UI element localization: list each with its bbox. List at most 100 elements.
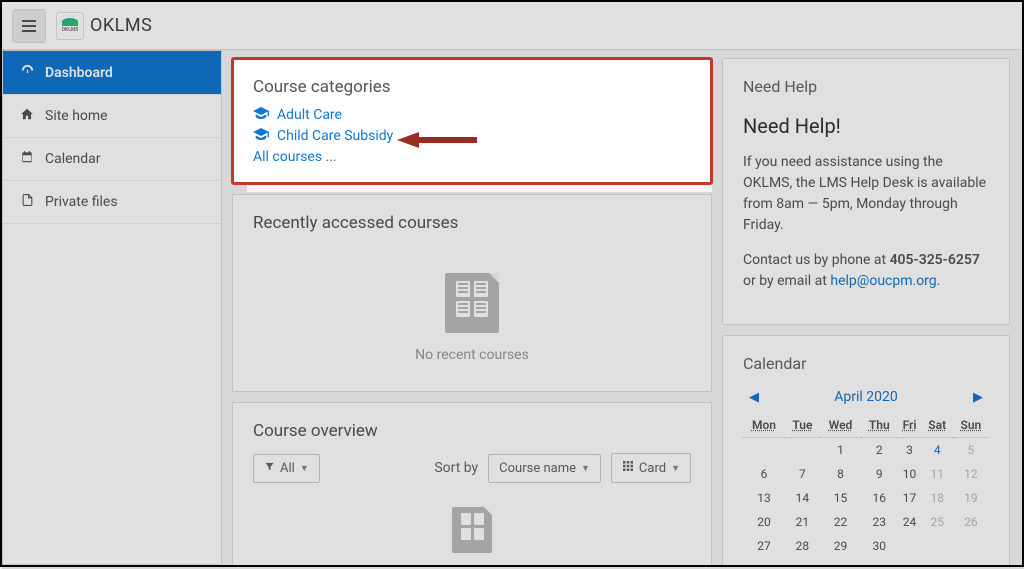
- calendar-icon: [19, 150, 35, 168]
- calendar-day-cell[interactable]: 6: [743, 462, 785, 486]
- right-column: Need Help Need Help! If you need assista…: [722, 50, 1022, 565]
- category-label: Child Care Subsidy: [277, 128, 393, 144]
- calendar-day-cell[interactable]: 9: [861, 462, 897, 486]
- calendar-day-cell[interactable]: 8: [820, 462, 861, 486]
- calendar-day-cell: [743, 438, 785, 463]
- sidebar: Dashboard Site home Calendar Private fil…: [2, 50, 222, 565]
- help-subtitle: Need Help: [743, 77, 989, 96]
- calendar-day-cell[interactable]: 4: [922, 438, 953, 463]
- calendar-day-cell[interactable]: 28: [785, 534, 820, 558]
- view-dropdown[interactable]: Card ▼: [611, 453, 691, 483]
- category-label: Adult Care: [277, 107, 342, 123]
- calendar-day-cell: [922, 534, 953, 558]
- hamburger-icon: [22, 20, 36, 32]
- sidebar-item-label: Calendar: [45, 151, 101, 167]
- chevron-down-icon: ▼: [300, 463, 309, 474]
- sidebar-item-calendar[interactable]: Calendar: [3, 138, 221, 181]
- calendar-day-cell[interactable]: 21: [785, 510, 820, 534]
- calendar-day-cell[interactable]: 20: [743, 510, 785, 534]
- chevron-down-icon: ▼: [671, 463, 680, 474]
- calendar-day-cell[interactable]: 19: [953, 486, 989, 510]
- calendar-day-cell[interactable]: 27: [743, 534, 785, 558]
- main-column: Course categories Adult Care Child Care …: [222, 50, 722, 565]
- recent-courses-card: Recently accessed courses No recent cour…: [232, 194, 712, 392]
- calendar-day-cell[interactable]: 15: [820, 486, 861, 510]
- calendar-title: Calendar: [743, 354, 989, 373]
- calendar-day-cell[interactable]: 22: [820, 510, 861, 534]
- calendar-day-cell[interactable]: 18: [922, 486, 953, 510]
- help-paragraph-1: If you need assistance using the OKLMS, …: [743, 152, 989, 236]
- recent-title: Recently accessed courses: [253, 213, 691, 233]
- calendar-day-cell[interactable]: 10: [897, 462, 921, 486]
- calendar-day-header: Wed: [820, 413, 861, 438]
- sidebar-item-label: Private files: [45, 194, 118, 210]
- calendar-day-cell[interactable]: 14: [785, 486, 820, 510]
- hamburger-button[interactable]: [12, 9, 46, 43]
- category-child-care-subsidy[interactable]: Child Care Subsidy: [253, 128, 691, 144]
- calendar-day-cell[interactable]: 30: [861, 534, 897, 558]
- calendar-day-cell[interactable]: 7: [785, 462, 820, 486]
- courses-placeholder-icon: [445, 273, 499, 333]
- help-phone: 405-325-6257: [890, 252, 980, 268]
- calendar-grid: MonTueWedThuFriSatSun 123456789101112131…: [743, 413, 989, 558]
- calendar-day-header: Thu: [861, 413, 897, 438]
- help-heading: Need Help!: [743, 114, 989, 138]
- calendar-day-header: Fri: [897, 413, 921, 438]
- sidebar-item-label: Dashboard: [45, 65, 113, 81]
- calendar-day-cell[interactable]: 11: [922, 462, 953, 486]
- calendar-day-cell: [785, 438, 820, 463]
- file-icon: [19, 193, 35, 211]
- sidebar-item-site-home[interactable]: Site home: [3, 95, 221, 138]
- calendar-day-cell[interactable]: 2: [861, 438, 897, 463]
- calendar-day-header: Sat: [922, 413, 953, 438]
- calendar-day-cell[interactable]: 1: [820, 438, 861, 463]
- logo-icon: OKLMS: [56, 12, 84, 40]
- graduation-cap-icon: [253, 128, 269, 144]
- calendar-day-cell[interactable]: 16: [861, 486, 897, 510]
- calendar-day-cell[interactable]: 23: [861, 510, 897, 534]
- sidebar-item-private-files[interactable]: Private files: [3, 181, 221, 224]
- calendar-day-cell[interactable]: 12: [953, 462, 989, 486]
- topbar: OKLMS OKLMS: [2, 2, 1022, 50]
- all-courses-link[interactable]: All courses ...: [253, 149, 691, 165]
- calendar-next-button[interactable]: ▶: [967, 390, 989, 405]
- calendar-card: Calendar ◀ April 2020 ▶ MonTueWedThuFriS…: [722, 335, 1010, 565]
- dashboard-icon: [19, 63, 35, 82]
- sidebar-item-dashboard[interactable]: Dashboard: [3, 51, 221, 95]
- recent-empty-text: No recent courses: [253, 347, 691, 363]
- calendar-day-header: Mon: [743, 413, 785, 438]
- calendar-prev-button[interactable]: ◀: [743, 390, 765, 405]
- help-paragraph-2: Contact us by phone at 405-325-6257 or b…: [743, 250, 989, 292]
- filter-dropdown[interactable]: All ▼: [253, 454, 320, 483]
- calendar-day-cell[interactable]: 17: [897, 486, 921, 510]
- home-icon: [19, 107, 35, 125]
- funnel-icon: [264, 461, 275, 476]
- course-categories-card: Course categories Adult Care Child Care …: [232, 58, 712, 184]
- help-email-link[interactable]: help@oucpm.org: [830, 273, 936, 289]
- calendar-day-cell[interactable]: 26: [953, 510, 989, 534]
- calendar-day-cell[interactable]: 5: [953, 438, 989, 463]
- help-card: Need Help Need Help! If you need assista…: [722, 58, 1010, 325]
- category-adult-care[interactable]: Adult Care: [253, 107, 691, 123]
- calendar-day-header: Tue: [785, 413, 820, 438]
- grid-icon: [622, 460, 634, 476]
- calendar-day-cell[interactable]: 24: [897, 510, 921, 534]
- graduation-cap-icon: [253, 107, 269, 123]
- calendar-month-link[interactable]: April 2020: [834, 389, 898, 405]
- calendar-day-cell: [953, 534, 989, 558]
- calendar-day-cell[interactable]: 25: [922, 510, 953, 534]
- calendar-day-cell[interactable]: 13: [743, 486, 785, 510]
- sort-dropdown[interactable]: Course name ▼: [488, 454, 601, 483]
- chevron-down-icon: ▼: [581, 463, 590, 474]
- calendar-day-cell[interactable]: 3: [897, 438, 921, 463]
- recent-empty-state: No recent courses: [253, 243, 691, 373]
- calendar-day-cell: [897, 534, 921, 558]
- sort-label: Sort by: [434, 460, 478, 476]
- logo-block[interactable]: OKLMS OKLMS: [56, 12, 152, 40]
- calendar-day-cell[interactable]: 29: [820, 534, 861, 558]
- overview-title: Course overview: [253, 421, 691, 441]
- calendar-day-header: Sun: [953, 413, 989, 438]
- brand-text: OKLMS: [90, 15, 152, 36]
- courses-placeholder-icon: [452, 507, 492, 553]
- sidebar-item-label: Site home: [45, 108, 108, 124]
